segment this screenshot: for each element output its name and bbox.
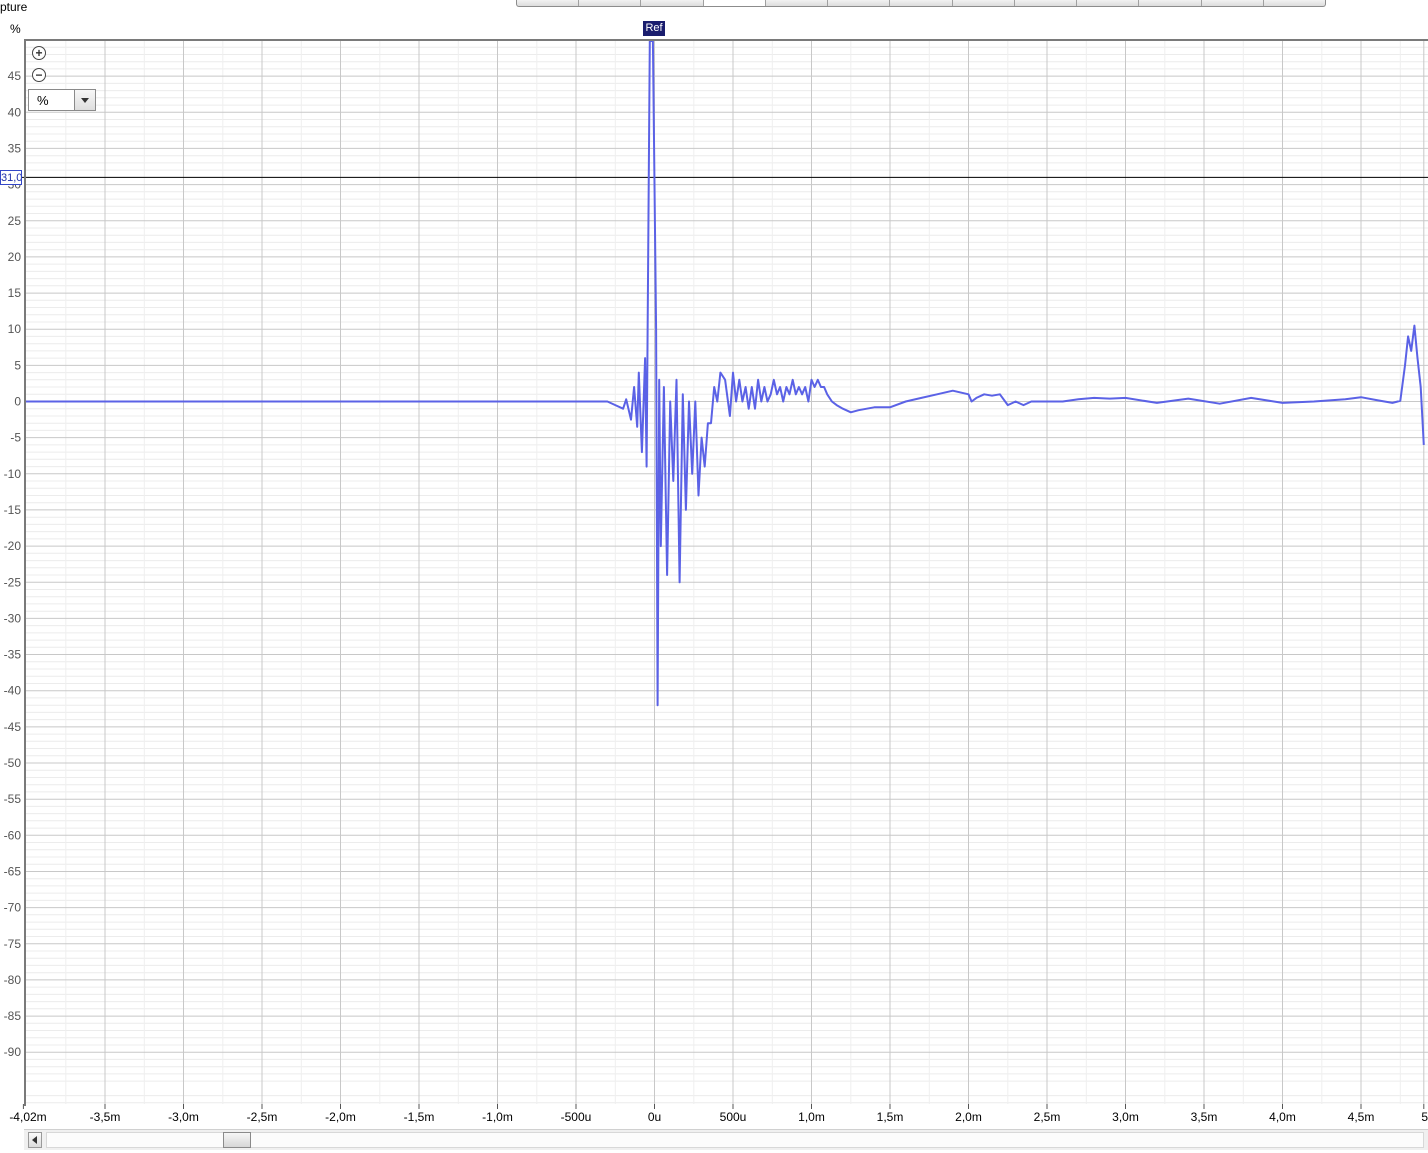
y-tick-label: -10: [4, 467, 22, 481]
y-tick-label: -70: [4, 901, 22, 915]
y-tick-label: -80: [4, 973, 22, 987]
scroll-left-arrow-icon[interactable]: [28, 1132, 42, 1148]
ref-marker[interactable]: Ref: [643, 21, 665, 36]
x-tick-label: -1,5m: [404, 1110, 435, 1124]
y-tick-label: 20: [8, 250, 22, 264]
x-tick-label: 3,0m: [1112, 1110, 1139, 1124]
x-tick-label: -4,02m: [9, 1110, 46, 1124]
y-tick-label: -40: [4, 684, 22, 698]
y-tick-label: 45: [8, 69, 22, 83]
x-tick-label: -2,5m: [247, 1110, 278, 1124]
zoom-out-icon[interactable]: −: [32, 68, 46, 82]
y-tick-label: 10: [8, 322, 22, 336]
x-tick-label: 1,0m: [798, 1110, 825, 1124]
y-tick-label: -45: [4, 720, 22, 734]
x-tick-label: -1,0m: [482, 1110, 513, 1124]
chevron-down-icon[interactable]: [74, 90, 95, 110]
x-tick-label: 0u: [648, 1110, 661, 1124]
x-tick-label: 5: [1421, 1110, 1428, 1124]
x-tick-label: 4,0m: [1269, 1110, 1296, 1124]
y-tick-label: -75: [4, 937, 22, 951]
y-tick-label: 25: [8, 214, 22, 228]
y-tick-label: -35: [4, 648, 22, 662]
x-axis-tick-labels: -4,02m -3,5m -3,0m -2,5m -2,0m -1,5m -1,0m -500…: [9, 1110, 1428, 1124]
y-tick-label: 15: [8, 286, 22, 300]
x-tick-label: 500u: [720, 1110, 747, 1124]
y-tick-label: -60: [4, 828, 22, 842]
zoom-in-icon[interactable]: +: [32, 46, 46, 60]
plot-frame: [24, 39, 1428, 1106]
x-tick-label: 4,5m: [1348, 1110, 1375, 1124]
y-tick-label: -55: [4, 792, 22, 806]
y-tick-label: -90: [4, 1045, 22, 1059]
y-tick-label: -25: [4, 575, 22, 589]
cursor-value-label[interactable]: 31,0: [0, 170, 22, 185]
y-tick-label: -50: [4, 756, 22, 770]
scroll-track[interactable]: [46, 1132, 1424, 1148]
x-tick-label: -3,5m: [90, 1110, 121, 1124]
y-tick-label: -85: [4, 1009, 22, 1023]
horizontal-scrollbar[interactable]: [24, 1129, 1428, 1150]
y-tick-label: -15: [4, 503, 22, 517]
y-tick-label: -65: [4, 865, 22, 879]
x-tick-label: 2,0m: [955, 1110, 982, 1124]
x-tick-label: 2,5m: [1034, 1110, 1061, 1124]
y-unit-select[interactable]: %: [28, 89, 96, 111]
y-tick-label: 35: [8, 141, 22, 155]
y-tick-label: 40: [8, 105, 22, 119]
scroll-thumb[interactable]: [223, 1132, 251, 1148]
x-tick-label: 1,5m: [877, 1110, 904, 1124]
x-tick-label: -2,0m: [325, 1110, 356, 1124]
y-tick-label: 5: [14, 358, 21, 372]
x-tick-label: -500u: [561, 1110, 592, 1124]
y-tick-label: -30: [4, 611, 22, 625]
y-tick-label: -5: [10, 431, 21, 445]
y-axis-tick-labels: 454035302520151050-5-10-15-20-25-30-35-4…: [4, 69, 22, 1059]
y-tick-label: 0: [14, 395, 21, 409]
x-tick-label: -3,0m: [168, 1110, 199, 1124]
y-unit-select-value: %: [37, 93, 49, 108]
y-tick-label: -20: [4, 539, 22, 553]
x-tick-label: 3,5m: [1191, 1110, 1218, 1124]
